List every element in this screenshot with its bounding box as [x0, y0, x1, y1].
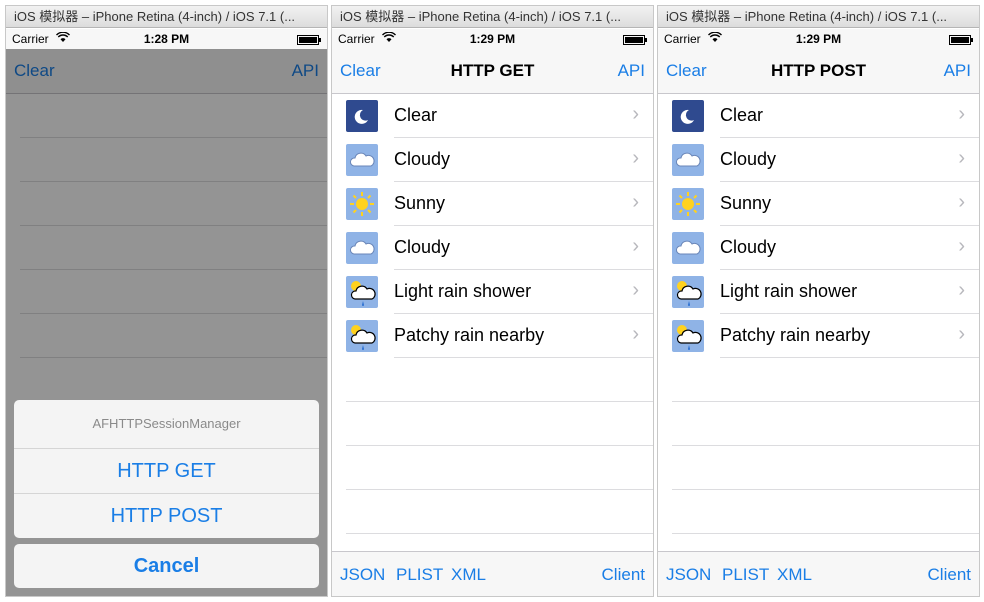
- list-item-label: Sunny: [394, 193, 446, 213]
- json-button[interactable]: JSON: [340, 565, 385, 585]
- cloud-icon: [672, 144, 704, 176]
- list-item-label: Cloudy: [720, 149, 777, 169]
- list-item-label: Cloudy: [720, 237, 777, 257]
- weather-list: Clear › Cloudy › Sunny › Cloudy › Light …: [658, 94, 979, 358]
- row-separator: [672, 445, 979, 446]
- action-sheet-title: AFHTTPSessionManager: [14, 400, 319, 449]
- list-item[interactable]: Clear ›: [658, 94, 979, 138]
- status-bar: Carrier 1:28 PM: [6, 29, 327, 49]
- chevron-right-icon: ›: [958, 103, 965, 125]
- chevron-right-icon: ›: [632, 235, 639, 257]
- api-button[interactable]: API: [944, 61, 971, 81]
- list-item-label: Light rain shower: [720, 281, 858, 301]
- status-bar: Carrier 1:29 PM: [658, 29, 979, 49]
- list-item-label: Clear: [720, 105, 764, 125]
- chevron-right-icon: ›: [632, 279, 639, 301]
- api-button[interactable]: API: [618, 61, 645, 81]
- sun-rain-icon: [346, 276, 378, 308]
- row-separator: [346, 489, 653, 490]
- nav-title: HTTP POST: [770, 61, 867, 80]
- cloud-icon: [346, 144, 378, 176]
- http-get-option[interactable]: HTTP GET: [14, 449, 319, 494]
- list-item[interactable]: Sunny ›: [332, 182, 653, 226]
- client-button[interactable]: Client: [928, 565, 971, 585]
- list-item[interactable]: Cloudy ›: [658, 138, 979, 182]
- status-bar: Carrier 1:29 PM: [332, 29, 653, 49]
- list-item[interactable]: Clear ›: [332, 94, 653, 138]
- row-separator: [346, 445, 653, 446]
- list-item[interactable]: Light rain shower ›: [658, 270, 979, 314]
- cloud-icon: [672, 232, 704, 264]
- window-title: iOS 模拟器 – iPhone Retina (4-inch) / iOS 7…: [332, 6, 653, 28]
- list-item[interactable]: Cloudy ›: [332, 226, 653, 270]
- bottom-toolbar: JSON PLIST XML Client: [332, 551, 653, 596]
- list-item-label: Patchy rain nearby: [720, 325, 871, 345]
- list-item[interactable]: Cloudy ›: [332, 138, 653, 182]
- chevron-right-icon: ›: [632, 191, 639, 213]
- row-separator: [672, 401, 979, 402]
- chevron-right-icon: ›: [632, 147, 639, 169]
- row-separator: [720, 357, 979, 358]
- sun-rain-icon: [346, 320, 378, 352]
- action-sheet-cancel-group: Cancel: [14, 544, 319, 588]
- list-item-label: Clear: [394, 105, 438, 125]
- navigation-bar: Clear HTTP POST API: [658, 49, 979, 94]
- list-item[interactable]: Patchy rain nearby ›: [658, 314, 979, 358]
- bottom-toolbar: JSON PLIST XML Client: [658, 551, 979, 596]
- list-item[interactable]: Cloudy ›: [658, 226, 979, 270]
- navigation-bar: Clear HTTP GET API: [332, 49, 653, 94]
- cloud-icon: [346, 232, 378, 264]
- nav-title: HTTP GET: [450, 61, 535, 80]
- sun-rain-icon: [672, 320, 704, 352]
- status-time: 1:29 PM: [469, 32, 516, 46]
- list-item-label: Cloudy: [394, 149, 451, 169]
- xml-button[interactable]: XML: [777, 565, 812, 585]
- chevron-right-icon: ›: [632, 103, 639, 125]
- row-separator: [672, 489, 979, 490]
- simulator-window-1: iOS 模拟器 – iPhone Retina (4-inch) / iOS 7…: [6, 6, 327, 596]
- battery-icon: [297, 35, 321, 45]
- sun-rain-icon: [672, 276, 704, 308]
- battery-icon: [949, 35, 973, 45]
- row-separator: [672, 533, 979, 534]
- moon-icon: [672, 100, 704, 132]
- simulator-window-3: iOS 模拟器 – iPhone Retina (4-inch) / iOS 7…: [658, 6, 979, 596]
- status-time: 1:29 PM: [795, 32, 842, 46]
- simulator-window-2: iOS 模拟器 – iPhone Retina (4-inch) / iOS 7…: [332, 6, 653, 596]
- chevron-right-icon: ›: [958, 279, 965, 301]
- plist-button[interactable]: PLIST: [396, 565, 443, 585]
- row-separator: [346, 401, 653, 402]
- json-button[interactable]: JSON: [666, 565, 711, 585]
- list-item[interactable]: Light rain shower ›: [332, 270, 653, 314]
- chevron-right-icon: ›: [958, 147, 965, 169]
- chevron-right-icon: ›: [958, 191, 965, 213]
- row-separator: [394, 357, 653, 358]
- status-time: 1:28 PM: [143, 32, 190, 46]
- list-item-label: Light rain shower: [394, 281, 532, 301]
- row-separator: [346, 533, 653, 534]
- chevron-right-icon: ›: [958, 235, 965, 257]
- list-item-label: Cloudy: [394, 237, 451, 257]
- cancel-button[interactable]: Cancel: [14, 544, 319, 588]
- list-item-label: Sunny: [720, 193, 772, 213]
- list-item-label: Patchy rain nearby: [394, 325, 545, 345]
- http-post-option[interactable]: HTTP POST: [14, 494, 319, 538]
- sun-icon: [672, 188, 704, 220]
- chevron-right-icon: ›: [632, 323, 639, 345]
- list-item[interactable]: Patchy rain nearby ›: [332, 314, 653, 358]
- list-item[interactable]: Sunny ›: [658, 182, 979, 226]
- sun-icon: [346, 188, 378, 220]
- window-title: iOS 模拟器 – iPhone Retina (4-inch) / iOS 7…: [6, 6, 327, 28]
- action-sheet: AFHTTPSessionManager HTTP GET HTTP POST: [14, 400, 319, 538]
- weather-list: Clear › Cloudy › Sunny › Cloudy › Light …: [332, 94, 653, 358]
- moon-icon: [346, 100, 378, 132]
- xml-button[interactable]: XML: [451, 565, 486, 585]
- plist-button[interactable]: PLIST: [722, 565, 769, 585]
- window-title: iOS 模拟器 – iPhone Retina (4-inch) / iOS 7…: [658, 6, 979, 28]
- battery-icon: [623, 35, 647, 45]
- chevron-right-icon: ›: [958, 323, 965, 345]
- client-button[interactable]: Client: [602, 565, 645, 585]
